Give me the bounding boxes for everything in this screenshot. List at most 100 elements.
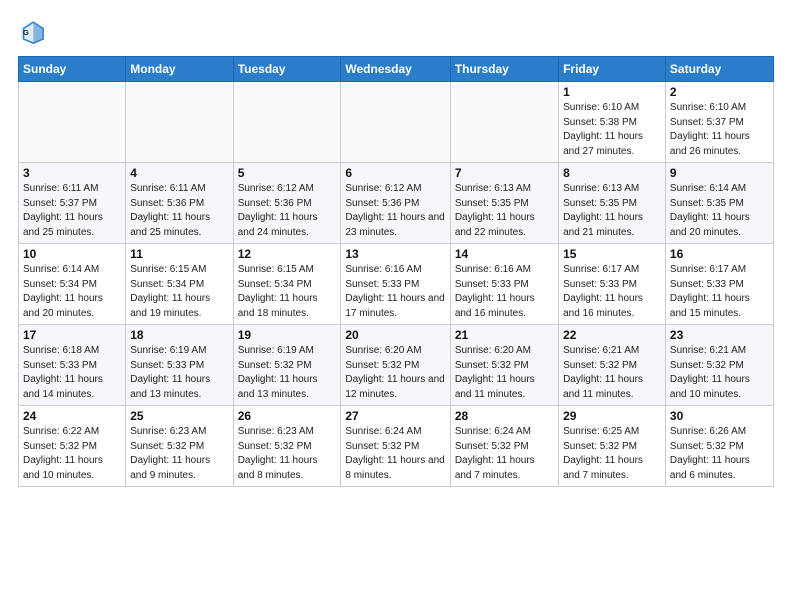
calendar-cell: 14 Sunrise: 6:16 AM Sunset: 5:33 PM Dayli… [450,244,558,325]
calendar-cell: 7Sunrise: 6:13 AM Sunset: 5:35 PM Daylig… [450,163,558,244]
day-info: Sunrise: 6:21 AM Sunset: 5:32 PM Dayligh… [563,344,661,402]
calendar-header-saturday: Saturday [665,57,773,82]
day-number: 30 [670,409,769,423]
calendar-cell: 11 Sunrise: 6:15 AM Sunset: 5:34 PM Dayli… [126,244,233,325]
day-number: 6 [345,166,445,180]
day-info: Sunrise: 6:15 AM Sunset: 5:34 PM Dayligh… [130,263,228,321]
day-info: Sunrise: 6:11 AM Sunset: 5:37 PM Dayligh… [23,182,121,240]
day-number: 15 [563,247,661,261]
calendar-cell [19,82,126,163]
header: G [18,18,774,46]
calendar-cell: 3 Sunrise: 6:11 AM Sunset: 5:37 PM Daylig… [19,163,126,244]
calendar-cell [233,82,341,163]
day-number: 24 [23,409,121,423]
day-number: 29 [563,409,661,423]
calendar-header-monday: Monday [126,57,233,82]
svg-text:G: G [23,28,29,37]
day-info: Sunrise: 6:24 AM Sunset: 5:32 PM Dayligh… [455,425,554,483]
calendar-cell: 29 Sunrise: 6:25 AM Sunset: 5:32 PM Dayli… [559,406,666,487]
day-number: 27 [345,409,445,423]
day-info: Sunrise: 6:14 AM Sunset: 5:34 PM Dayligh… [23,263,121,321]
day-info: Sunrise: 6:16 AM Sunset: 5:33 PM Dayligh… [455,263,554,321]
day-info: Sunrise: 6:25 AM Sunset: 5:32 PM Dayligh… [563,425,661,483]
day-number: 12 [238,247,337,261]
day-number: 18 [130,328,228,342]
calendar-cell: 19Sunrise: 6:19 AM Sunset: 5:32 PM Dayli… [233,325,341,406]
day-number: 10 [23,247,121,261]
day-info: Sunrise: 6:21 AM Sunset: 5:32 PM Dayligh… [670,344,769,402]
calendar-header-tuesday: Tuesday [233,57,341,82]
day-number: 25 [130,409,228,423]
logo-icon: G [18,18,46,46]
day-number: 2 [670,85,769,99]
calendar-cell: 28Sunrise: 6:24 AM Sunset: 5:32 PM Dayli… [450,406,558,487]
calendar-week-row: 17 Sunrise: 6:18 AM Sunset: 5:33 PM Dayli… [19,325,774,406]
day-number: 3 [23,166,121,180]
day-number: 8 [563,166,661,180]
calendar-cell: 21 Sunrise: 6:20 AM Sunset: 5:32 PM Dayli… [450,325,558,406]
day-info: Sunrise: 6:18 AM Sunset: 5:33 PM Dayligh… [23,344,121,402]
calendar-cell: 26Sunrise: 6:23 AM Sunset: 5:32 PM Dayli… [233,406,341,487]
day-info: Sunrise: 6:24 AM Sunset: 5:32 PM Dayligh… [345,425,445,483]
day-info: Sunrise: 6:17 AM Sunset: 5:33 PM Dayligh… [670,263,769,321]
calendar-cell [450,82,558,163]
day-number: 4 [130,166,228,180]
calendar-cell: 13 Sunrise: 6:16 AM Sunset: 5:33 PM Dayli… [341,244,450,325]
calendar-cell: 30Sunrise: 6:26 AM Sunset: 5:32 PM Dayli… [665,406,773,487]
day-info: Sunrise: 6:16 AM Sunset: 5:33 PM Dayligh… [345,263,445,321]
calendar-cell [126,82,233,163]
day-number: 13 [345,247,445,261]
day-info: Sunrise: 6:11 AM Sunset: 5:36 PM Dayligh… [130,182,228,240]
calendar-cell: 15 Sunrise: 6:17 AM Sunset: 5:33 PM Dayli… [559,244,666,325]
day-number: 5 [238,166,337,180]
day-number: 21 [455,328,554,342]
calendar-cell: 2Sunrise: 6:10 AM Sunset: 5:37 PM Daylig… [665,82,773,163]
calendar-cell: 1 Sunrise: 6:10 AM Sunset: 5:38 PM Daylig… [559,82,666,163]
day-info: Sunrise: 6:20 AM Sunset: 5:32 PM Dayligh… [455,344,554,402]
calendar-cell: 10 Sunrise: 6:14 AM Sunset: 5:34 PM Dayli… [19,244,126,325]
calendar-week-row: 3 Sunrise: 6:11 AM Sunset: 5:37 PM Daylig… [19,163,774,244]
day-number: 16 [670,247,769,261]
day-number: 7 [455,166,554,180]
calendar-header-thursday: Thursday [450,57,558,82]
day-number: 14 [455,247,554,261]
day-info: Sunrise: 6:14 AM Sunset: 5:35 PM Dayligh… [670,182,769,240]
calendar-week-row: 1 Sunrise: 6:10 AM Sunset: 5:38 PM Daylig… [19,82,774,163]
day-number: 11 [130,247,228,261]
calendar-cell: 5 Sunrise: 6:12 AM Sunset: 5:36 PM Daylig… [233,163,341,244]
day-number: 19 [238,328,337,342]
day-info: Sunrise: 6:20 AM Sunset: 5:32 PM Dayligh… [345,344,445,402]
day-number: 20 [345,328,445,342]
calendar-header-wednesday: Wednesday [341,57,450,82]
day-info: Sunrise: 6:13 AM Sunset: 5:35 PM Dayligh… [563,182,661,240]
day-info: Sunrise: 6:22 AM Sunset: 5:32 PM Dayligh… [23,425,121,483]
calendar-cell: 20 Sunrise: 6:20 AM Sunset: 5:32 PM Dayli… [341,325,450,406]
day-number: 17 [23,328,121,342]
day-info: Sunrise: 6:19 AM Sunset: 5:33 PM Dayligh… [130,344,228,402]
day-number: 9 [670,166,769,180]
day-info: Sunrise: 6:15 AM Sunset: 5:34 PM Dayligh… [238,263,337,321]
day-info: Sunrise: 6:12 AM Sunset: 5:36 PM Dayligh… [238,182,337,240]
calendar-week-row: 10 Sunrise: 6:14 AM Sunset: 5:34 PM Dayli… [19,244,774,325]
day-number: 1 [563,85,661,99]
day-number: 23 [670,328,769,342]
calendar-cell: 6 Sunrise: 6:12 AM Sunset: 5:36 PM Daylig… [341,163,450,244]
calendar-cell: 24 Sunrise: 6:22 AM Sunset: 5:32 PM Dayli… [19,406,126,487]
calendar-cell: 8 Sunrise: 6:13 AM Sunset: 5:35 PM Daylig… [559,163,666,244]
calendar-cell: 23 Sunrise: 6:21 AM Sunset: 5:32 PM Dayli… [665,325,773,406]
calendar-cell [341,82,450,163]
calendar-header-sunday: Sunday [19,57,126,82]
calendar-table: SundayMondayTuesdayWednesdayThursdayFrid… [18,56,774,487]
day-info: Sunrise: 6:10 AM Sunset: 5:38 PM Dayligh… [563,101,661,159]
day-info: Sunrise: 6:12 AM Sunset: 5:36 PM Dayligh… [345,182,445,240]
page: G SundayMondayTuesdayWednesdayThursdayFr… [0,0,792,612]
calendar-cell: 9 Sunrise: 6:14 AM Sunset: 5:35 PM Daylig… [665,163,773,244]
calendar-cell: 16 Sunrise: 6:17 AM Sunset: 5:33 PM Dayli… [665,244,773,325]
calendar-header-friday: Friday [559,57,666,82]
calendar-header-row: SundayMondayTuesdayWednesdayThursdayFrid… [19,57,774,82]
calendar-cell: 27 Sunrise: 6:24 AM Sunset: 5:32 PM Dayli… [341,406,450,487]
calendar-cell: 17 Sunrise: 6:18 AM Sunset: 5:33 PM Dayli… [19,325,126,406]
day-info: Sunrise: 6:17 AM Sunset: 5:33 PM Dayligh… [563,263,661,321]
calendar-week-row: 24 Sunrise: 6:22 AM Sunset: 5:32 PM Dayli… [19,406,774,487]
day-info: Sunrise: 6:23 AM Sunset: 5:32 PM Dayligh… [130,425,228,483]
